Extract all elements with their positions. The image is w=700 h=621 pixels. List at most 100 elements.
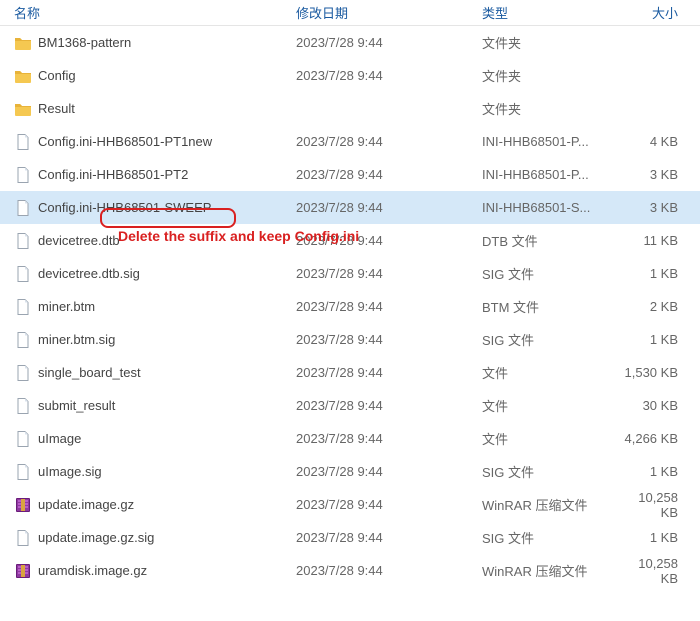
file-icon — [14, 133, 32, 151]
file-row[interactable]: single_board_test2023/7/28 9:44文件1,530 K… — [0, 356, 700, 389]
file-explorer: { "columns": { "name": "名称", "date": "修改… — [0, 0, 700, 587]
file-name: update.image.gz — [38, 497, 134, 512]
file-row[interactable]: uImage.sig 2023/7/28 9:44SIG 文件1 KB — [0, 455, 700, 488]
file-name: BM1368-pattern — [38, 35, 131, 50]
file-icon — [14, 232, 32, 250]
file-size: 1 KB — [622, 464, 686, 479]
file-size: 11 KB — [622, 233, 686, 248]
file-icon — [14, 397, 32, 415]
file-name: Config — [38, 68, 76, 83]
file-date: 2023/7/28 9:44 — [296, 200, 482, 215]
file-name: submit_result — [38, 398, 115, 413]
column-header-name[interactable]: 名称 — [0, 3, 296, 22]
file-date: 2023/7/28 9:44 — [296, 530, 482, 545]
file-name: Config.ini-HHB68501-PT1new — [38, 134, 212, 149]
file-row[interactable]: Config.ini-HHB68501-PT1new 2023/7/28 9:44… — [0, 125, 700, 158]
file-size: 30 KB — [622, 398, 686, 413]
file-icon — [14, 265, 32, 283]
file-row[interactable]: devicetree.dtb 2023/7/28 9:44DTB 文件11 KB — [0, 224, 700, 257]
file-type: 文件 — [482, 429, 622, 448]
file-type: SIG 文件 — [482, 330, 622, 349]
file-icon — [14, 298, 32, 316]
file-row[interactable]: devicetree.dtb.sig2023/7/28 9:44SIG 文件1 … — [0, 257, 700, 290]
file-date: 2023/7/28 9:44 — [296, 299, 482, 314]
file-icon — [14, 529, 32, 547]
file-size: 1 KB — [622, 266, 686, 281]
file-type: SIG 文件 — [482, 528, 622, 547]
archive-icon — [14, 562, 32, 580]
file-row[interactable]: miner.btm.sig 2023/7/28 9:44SIG 文件1 KB — [0, 323, 700, 356]
file-name: uImage — [38, 431, 81, 446]
file-date: 2023/7/28 9:44 — [296, 233, 482, 248]
file-row[interactable]: update.image.gz.sig 2023/7/28 9:44SIG 文件1… — [0, 521, 700, 554]
file-size: 2 KB — [622, 299, 686, 314]
file-size: 1,530 KB — [622, 365, 686, 380]
file-row[interactable]: submit_result 2023/7/28 9:44文件30 KB — [0, 389, 700, 422]
file-date: 2023/7/28 9:44 — [296, 398, 482, 413]
file-type: WinRAR 压缩文件 — [482, 495, 622, 514]
file-row[interactable]: uImage 2023/7/28 9:44文件4,266 KB — [0, 422, 700, 455]
file-name: Result — [38, 101, 75, 116]
file-size: 4 KB — [622, 134, 686, 149]
file-type: SIG 文件 — [482, 462, 622, 481]
file-row[interactable]: uramdisk.image.gz 2023/7/28 9:44WinRAR 压缩… — [0, 554, 700, 587]
folder-icon — [14, 100, 32, 118]
file-type: BTM 文件 — [482, 297, 622, 316]
file-date: 2023/7/28 9:44 — [296, 68, 482, 83]
file-date: 2023/7/28 9:44 — [296, 167, 482, 182]
file-type: 文件夹 — [482, 66, 622, 85]
file-date: 2023/7/28 9:44 — [296, 266, 482, 281]
file-type: 文件夹 — [482, 99, 622, 118]
archive-icon — [14, 496, 32, 514]
file-row[interactable]: miner.btm 2023/7/28 9:44BTM 文件2 KB — [0, 290, 700, 323]
column-header-date[interactable]: 修改日期 — [296, 3, 482, 22]
file-icon — [14, 199, 32, 217]
file-name: devicetree.dtb — [38, 233, 120, 248]
file-type: INI-HHB68501-S... — [482, 200, 622, 215]
file-name: miner.btm — [38, 299, 95, 314]
file-name: miner.btm.sig — [38, 332, 115, 347]
file-row[interactable]: Config.ini-HHB68501-PT2 2023/7/28 9:44INI… — [0, 158, 700, 191]
file-name: uramdisk.image.gz — [38, 563, 147, 578]
file-date: 2023/7/28 9:44 — [296, 365, 482, 380]
file-type: SIG 文件 — [482, 264, 622, 283]
file-type: 文件 — [482, 396, 622, 415]
column-header-size[interactable]: 大小 — [622, 3, 686, 22]
file-date: 2023/7/28 9:44 — [296, 332, 482, 347]
file-icon — [14, 166, 32, 184]
file-date: 2023/7/28 9:44 — [296, 464, 482, 479]
file-type: INI-HHB68501-P... — [482, 167, 622, 182]
file-size: 10,258 KB — [622, 556, 686, 586]
file-date: 2023/7/28 9:44 — [296, 35, 482, 50]
file-name: uImage.sig — [38, 464, 102, 479]
file-name: Config.ini-HHB68501-PT2 — [38, 167, 188, 182]
file-size: 3 KB — [622, 167, 686, 182]
file-icon — [14, 463, 32, 481]
file-type: 文件 — [482, 363, 622, 382]
file-date: 2023/7/28 9:44 — [296, 563, 482, 578]
file-type: 文件夹 — [482, 33, 622, 52]
file-date: 2023/7/28 9:44 — [296, 497, 482, 512]
file-type: DTB 文件 — [482, 231, 622, 250]
file-name: Config.ini-HHB68501-SWEEP — [38, 200, 211, 215]
file-row[interactable]: Result 文件夹 — [0, 92, 700, 125]
file-row[interactable]: BM1368-pattern 2023/7/28 9:44文件夹 — [0, 26, 700, 59]
file-date: 2023/7/28 9:44 — [296, 134, 482, 149]
file-type: INI-HHB68501-P... — [482, 134, 622, 149]
file-icon — [14, 430, 32, 448]
file-row[interactable]: Config.ini-HHB68501-SWEEP 2023/7/28 9:44I… — [0, 191, 700, 224]
column-header-row: 名称 修改日期 类型 大小 — [0, 0, 700, 26]
file-icon — [14, 364, 32, 382]
file-name: update.image.gz.sig — [38, 530, 154, 545]
file-size: 3 KB — [622, 200, 686, 215]
file-type: WinRAR 压缩文件 — [482, 561, 622, 580]
file-row[interactable]: update.image.gz 2023/7/28 9:44WinRAR 压缩文件… — [0, 488, 700, 521]
file-row[interactable]: Config 2023/7/28 9:44文件夹 — [0, 59, 700, 92]
column-header-type[interactable]: 类型 — [482, 3, 622, 22]
file-size: 1 KB — [622, 530, 686, 545]
file-date: 2023/7/28 9:44 — [296, 431, 482, 446]
file-list: BM1368-pattern2023/7/28 9:44文件夹Config202… — [0, 26, 700, 587]
file-size: 1 KB — [622, 332, 686, 347]
file-size: 4,266 KB — [622, 431, 686, 446]
folder-icon — [14, 34, 32, 52]
